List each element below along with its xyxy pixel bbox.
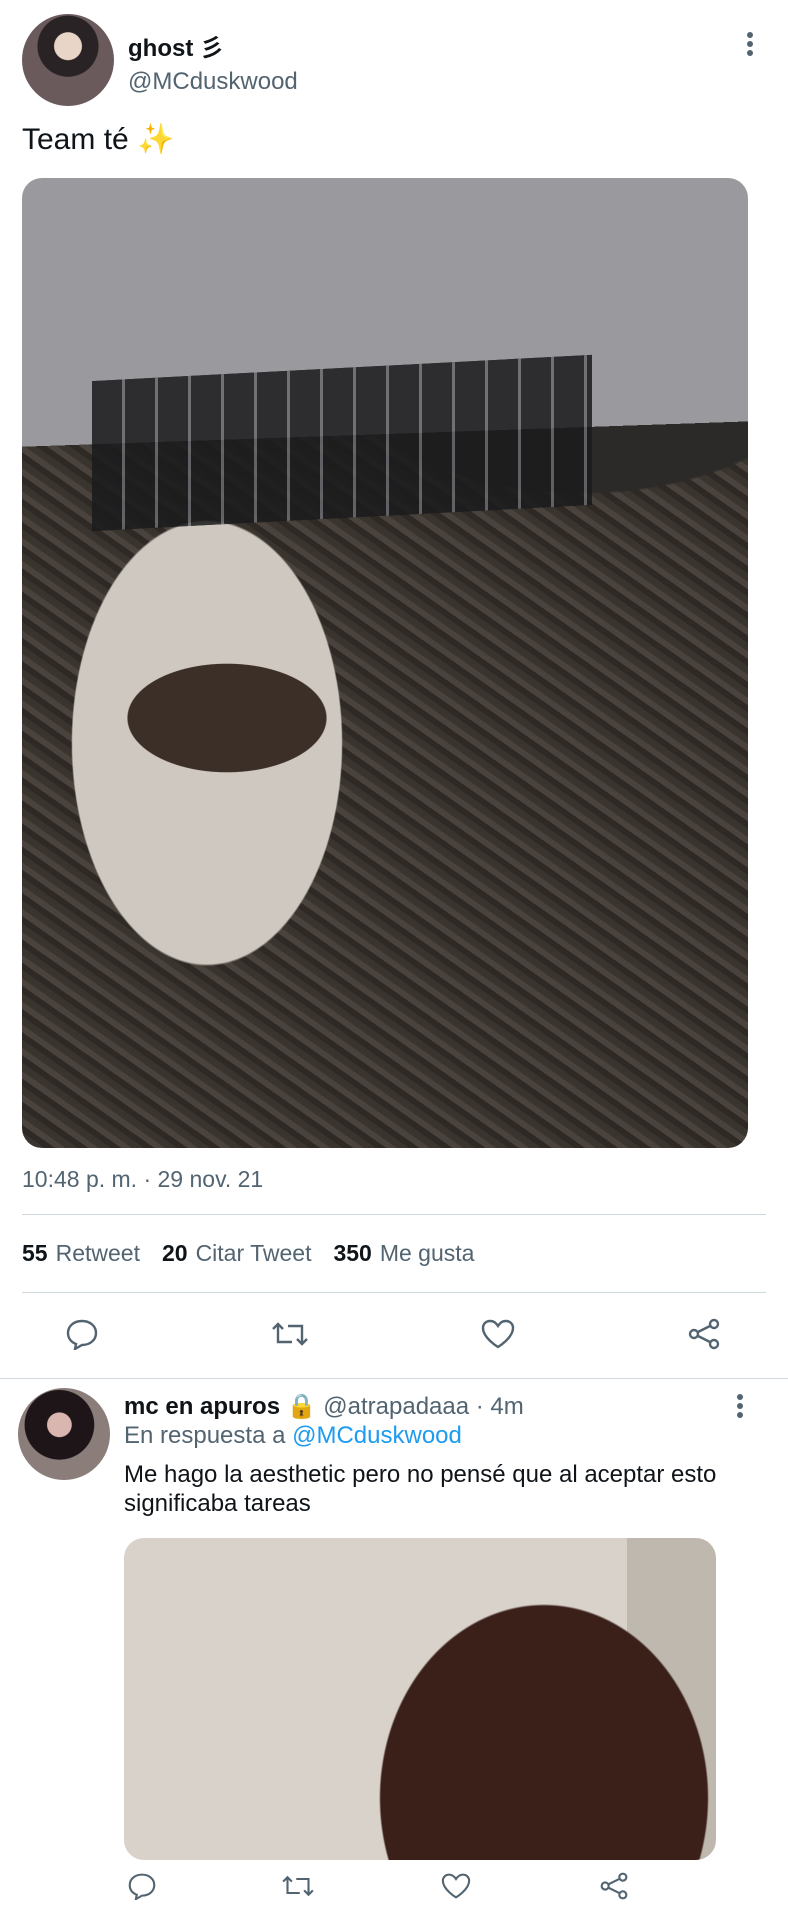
reply-text: Me hago la aesthetic pero no pensé que a…	[124, 1460, 716, 1518]
like-icon[interactable]	[438, 1868, 474, 1904]
reply-handle-time[interactable]: @atrapadaaa · 4m	[323, 1393, 523, 1420]
laptop-keyboard-image	[92, 354, 592, 532]
author-avatar[interactable]	[22, 14, 114, 106]
author-name[interactable]: ghost 彡	[128, 28, 224, 63]
like-icon[interactable]	[478, 1314, 518, 1354]
retweet-icon[interactable]	[278, 1868, 318, 1904]
tweet-text-body: Team té	[22, 123, 129, 156]
tweet-text: Team té ✨	[22, 122, 174, 157]
in-reply-prefix: En respuesta a	[124, 1422, 286, 1449]
share-icon[interactable]	[684, 1314, 724, 1354]
tweet-photo[interactable]	[22, 178, 748, 1148]
quote-count[interactable]: 20 Citar Tweet	[162, 1240, 312, 1267]
retweet-count[interactable]: 55 Retweet	[22, 1240, 140, 1267]
retweet-icon[interactable]	[268, 1314, 312, 1354]
tweet-stats: 55 Retweet 20 Citar Tweet 350 Me gusta	[22, 1240, 474, 1267]
reply-author-avatar[interactable]	[18, 1388, 110, 1480]
divider	[0, 1378, 788, 1379]
reply-text-line: significaba tareas	[124, 1490, 311, 1517]
lock-icon: 🔒	[286, 1393, 317, 1420]
reply-text-line: Me hago la aesthetic pero no pensé que a…	[124, 1461, 717, 1488]
reply-icon[interactable]	[62, 1314, 102, 1354]
reply-icon[interactable]	[124, 1868, 160, 1904]
sparkles-icon: ✨	[137, 123, 175, 156]
author-handle[interactable]: @MCduskwood	[128, 68, 298, 96]
reply-photo[interactable]	[124, 1538, 716, 1860]
reply-author-name[interactable]: mc en apuros	[124, 1393, 280, 1420]
divider	[22, 1292, 766, 1293]
share-icon[interactable]	[596, 1868, 632, 1904]
divider	[22, 1214, 766, 1215]
more-icon[interactable]	[726, 1392, 754, 1420]
like-count[interactable]: 350 Me gusta	[333, 1240, 474, 1267]
tweet-timestamp[interactable]: 10:48 p. m. · 29 nov. 21	[22, 1166, 263, 1193]
in-reply-to: En respuesta a @MCduskwood	[124, 1422, 462, 1450]
in-reply-handle-link[interactable]: @MCduskwood	[292, 1422, 462, 1449]
more-icon[interactable]	[736, 30, 764, 58]
reply-header: mc en apuros 🔒 @atrapadaaa · 4m	[124, 1392, 524, 1421]
